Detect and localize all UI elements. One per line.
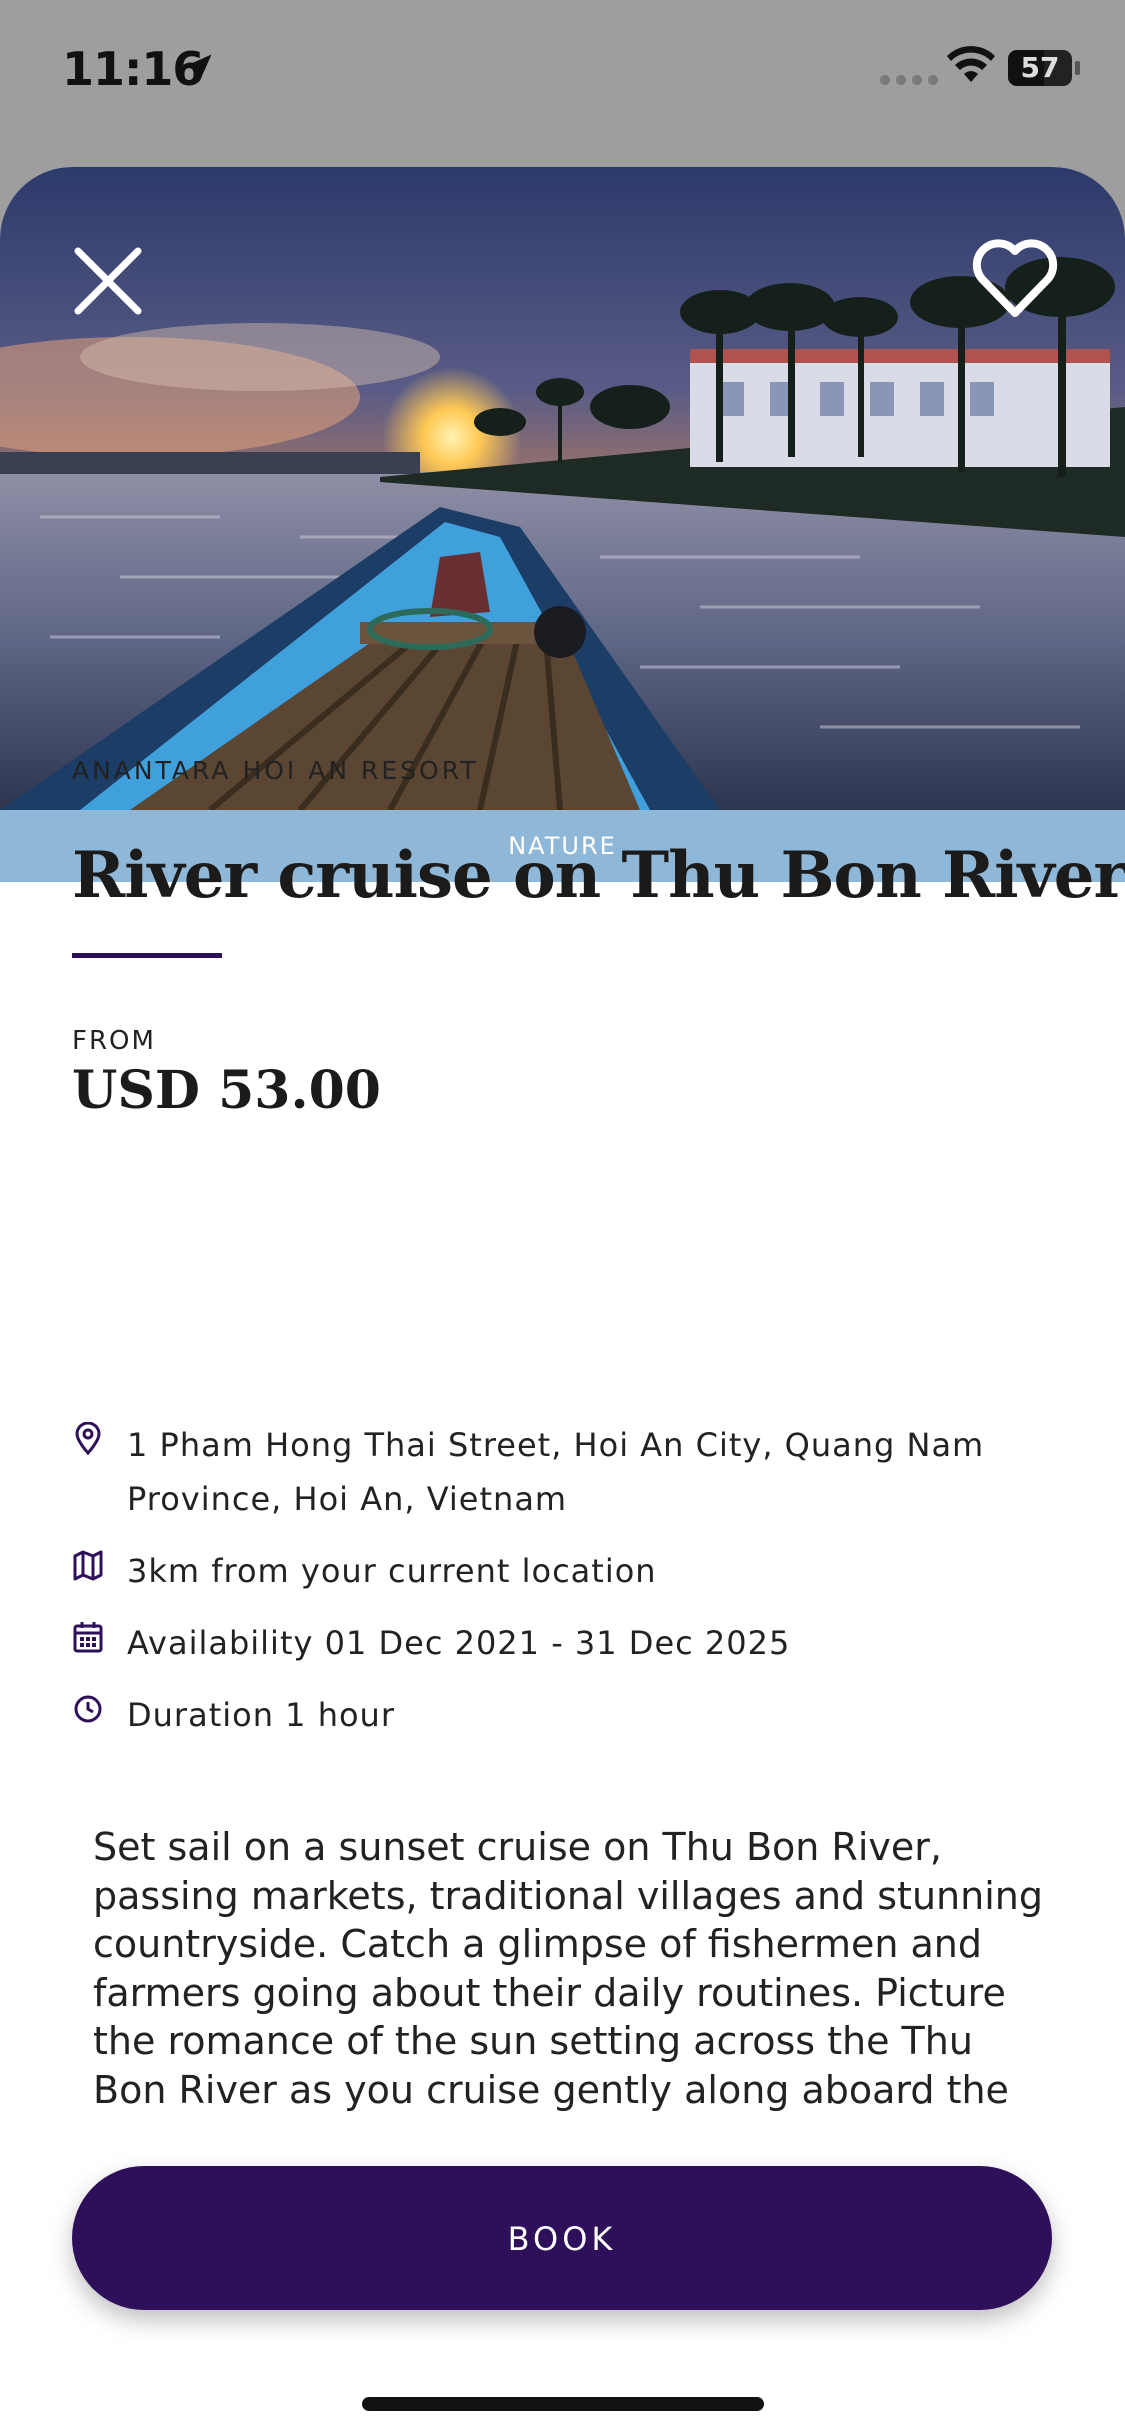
- calendar-icon: [73, 1622, 103, 1653]
- page-title: River cruise on Thu Bon River: [72, 838, 1125, 913]
- price-from-label: FROM: [72, 1026, 156, 1056]
- distance-text: 3km from your current location: [127, 1552, 657, 1590]
- heart-icon[interactable]: [970, 237, 1060, 321]
- status-bar: 11:16 57: [0, 0, 1125, 140]
- battery-percentage: 57: [1020, 51, 1060, 84]
- description-text: Set sail on a sunset cruise on Thu Bon R…: [93, 1825, 1043, 2123]
- wifi-icon: [947, 46, 995, 82]
- location-arrow-icon: [184, 54, 212, 82]
- clock-icon: [74, 1695, 102, 1723]
- duration-text: Duration 1 hour: [127, 1696, 395, 1734]
- title-divider: [72, 953, 222, 958]
- battery-tip: [1075, 61, 1080, 75]
- close-icon[interactable]: [72, 245, 144, 317]
- battery-icon: 57: [1008, 50, 1072, 86]
- location-pin-icon: [75, 1422, 101, 1456]
- hero-image: [0, 167, 1125, 810]
- cellular-signal-icon: [880, 75, 938, 85]
- book-button[interactable]: BOOK: [72, 2166, 1052, 2310]
- sunset-river-photo: [0, 167, 1125, 810]
- address-text: 1 Pham Hong Thai Street, Hoi An City, Qu…: [127, 1426, 985, 1518]
- availability-text: Availability 01 Dec 2021 - 31 Dec 2025: [127, 1624, 791, 1662]
- home-indicator[interactable]: [362, 2397, 764, 2411]
- resort-name: ANANTARA HOI AN RESORT: [72, 756, 479, 785]
- price-value: USD 53.00: [72, 1060, 381, 1121]
- map-icon: [73, 1550, 103, 1581]
